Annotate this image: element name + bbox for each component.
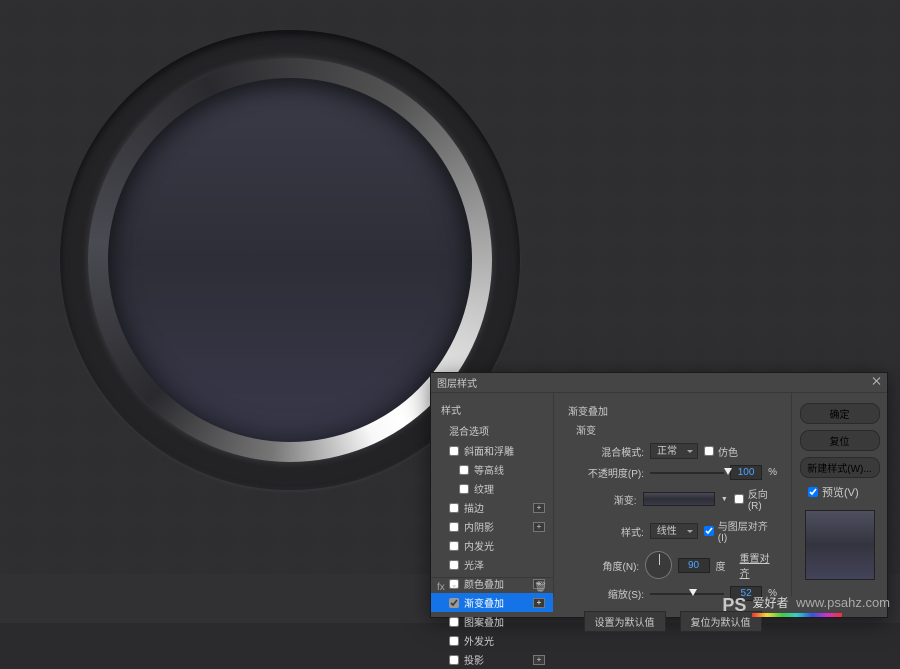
blend-mode-dropdown[interactable]: 正常 bbox=[650, 443, 698, 459]
style-inner-shadow[interactable]: 内阴影 + bbox=[431, 517, 553, 536]
style-bevel[interactable]: 斜面和浮雕 bbox=[431, 441, 553, 460]
add-instance-icon[interactable]: + bbox=[533, 522, 545, 532]
style-gradient-overlay-label: 渐变叠加 bbox=[464, 595, 504, 610]
opacity-label: 不透明度(P): bbox=[568, 465, 644, 480]
style-contour[interactable]: 等高线 bbox=[431, 460, 553, 479]
style-preview-swatch bbox=[805, 510, 875, 580]
add-instance-icon[interactable]: + bbox=[533, 503, 545, 513]
close-icon[interactable] bbox=[871, 376, 883, 388]
style-inner-glow-checkbox[interactable] bbox=[449, 541, 459, 551]
watermark: PS 爱好者 www.psahz.com bbox=[722, 594, 890, 617]
new-style-button[interactable]: 新建样式(W)... bbox=[800, 457, 880, 478]
pane-subtitle: 渐变 bbox=[576, 422, 777, 437]
pane-title: 渐变叠加 bbox=[568, 403, 777, 418]
rendered-button-face bbox=[108, 78, 472, 442]
style-inner-shadow-label: 内阴影 bbox=[464, 519, 494, 534]
watermark-url: www.psahz.com bbox=[796, 595, 890, 610]
angle-dial[interactable] bbox=[645, 551, 671, 579]
cancel-button[interactable]: 复位 bbox=[800, 430, 880, 451]
style-drop-shadow-label: 投影 bbox=[464, 652, 484, 667]
align-layer-checkbox[interactable]: 与图层对齐(I) bbox=[704, 518, 777, 544]
dither-checkbox[interactable]: 仿色 bbox=[704, 444, 738, 459]
style-dropdown[interactable]: 线性 bbox=[650, 523, 698, 539]
opacity-input[interactable] bbox=[730, 465, 762, 480]
style-stroke-label: 描边 bbox=[464, 500, 484, 515]
style-outer-glow-checkbox[interactable] bbox=[449, 636, 459, 646]
style-pattern-overlay-label: 图案叠加 bbox=[464, 614, 504, 629]
dialog-titlebar[interactable]: 图层样式 bbox=[431, 373, 887, 393]
gradient-swatch[interactable] bbox=[643, 492, 715, 506]
style-bevel-checkbox[interactable] bbox=[449, 446, 459, 456]
style-outer-glow[interactable]: 外发光 bbox=[431, 631, 553, 650]
dialog-body: 样式 混合选项 斜面和浮雕 等高线 纹理 描边 + 内阴影 bbox=[431, 393, 887, 597]
style-drop-shadow[interactable]: 投影 + bbox=[431, 650, 553, 669]
style-pattern-overlay[interactable]: 图案叠加 bbox=[431, 612, 553, 631]
fx-menu-icon[interactable]: fx bbox=[437, 582, 445, 593]
angle-input[interactable] bbox=[678, 558, 710, 573]
style-drop-shadow-checkbox[interactable] bbox=[449, 655, 459, 665]
style-stroke-checkbox[interactable] bbox=[449, 503, 459, 513]
scale-slider[interactable] bbox=[650, 593, 724, 595]
add-instance-icon[interactable]: + bbox=[533, 598, 545, 608]
styles-header[interactable]: 样式 bbox=[431, 399, 553, 420]
chevron-down-icon[interactable]: ▼ bbox=[451, 584, 458, 591]
opacity-slider[interactable] bbox=[650, 472, 724, 474]
style-satin-checkbox[interactable] bbox=[449, 560, 459, 570]
add-instance-icon[interactable]: + bbox=[533, 655, 545, 665]
right-button-panel: 确定 复位 新建样式(W)... 预览(V) bbox=[791, 393, 887, 597]
styles-list: 样式 混合选项 斜面和浮雕 等高线 纹理 描边 + 内阴影 bbox=[431, 393, 554, 597]
style-texture-label: 纹理 bbox=[474, 481, 494, 496]
styles-toolbar: fx ▼ 🗑 bbox=[431, 577, 554, 597]
angle-label: 角度(N): bbox=[568, 558, 639, 573]
style-outer-glow-label: 外发光 bbox=[464, 633, 494, 648]
trash-icon[interactable]: 🗑 bbox=[534, 582, 547, 593]
gradient-label: 渐变: bbox=[568, 492, 637, 507]
style-texture[interactable]: 纹理 bbox=[431, 479, 553, 498]
style-bevel-label: 斜面和浮雕 bbox=[464, 443, 514, 458]
style-inner-glow-label: 内发光 bbox=[464, 538, 494, 553]
style-contour-label: 等高线 bbox=[474, 462, 504, 477]
style-inner-shadow-checkbox[interactable] bbox=[449, 522, 459, 532]
make-default-button[interactable]: 设置为默认值 bbox=[584, 611, 666, 632]
reset-align-button[interactable]: 重置对齐 bbox=[740, 550, 777, 580]
gradient-overlay-pane: 渐变叠加 渐变 混合模式: 正常 仿色 不透明度(P): % bbox=[554, 393, 791, 597]
style-inner-glow[interactable]: 内发光 bbox=[431, 536, 553, 555]
style-gradient-overlay-checkbox[interactable] bbox=[449, 598, 459, 608]
blend-mode-label: 混合模式: bbox=[568, 444, 644, 459]
watermark-logo: PS bbox=[722, 595, 746, 616]
dialog-title: 图层样式 bbox=[437, 375, 477, 390]
style-stroke[interactable]: 描边 + bbox=[431, 498, 553, 517]
style-satin-label: 光泽 bbox=[464, 557, 484, 572]
watermark-colorbar bbox=[752, 613, 842, 617]
style-label: 样式: bbox=[568, 524, 644, 539]
style-texture-checkbox[interactable] bbox=[459, 484, 469, 494]
style-pattern-overlay-checkbox[interactable] bbox=[449, 617, 459, 627]
ok-button[interactable]: 确定 bbox=[800, 403, 880, 424]
layer-style-dialog: 图层样式 样式 混合选项 斜面和浮雕 等高线 纹理 描边 bbox=[430, 372, 888, 618]
watermark-text: 爱好者 bbox=[752, 596, 788, 610]
scale-label: 缩放(S): bbox=[568, 586, 644, 601]
preview-checkbox[interactable]: 预览(V) bbox=[808, 484, 859, 500]
reverse-checkbox[interactable]: 反向(R) bbox=[734, 486, 777, 512]
style-satin[interactable]: 光泽 bbox=[431, 555, 553, 574]
style-contour-checkbox[interactable] bbox=[459, 465, 469, 475]
chevron-down-icon[interactable]: ▼ bbox=[721, 496, 728, 503]
blending-options-item[interactable]: 混合选项 bbox=[431, 420, 553, 441]
